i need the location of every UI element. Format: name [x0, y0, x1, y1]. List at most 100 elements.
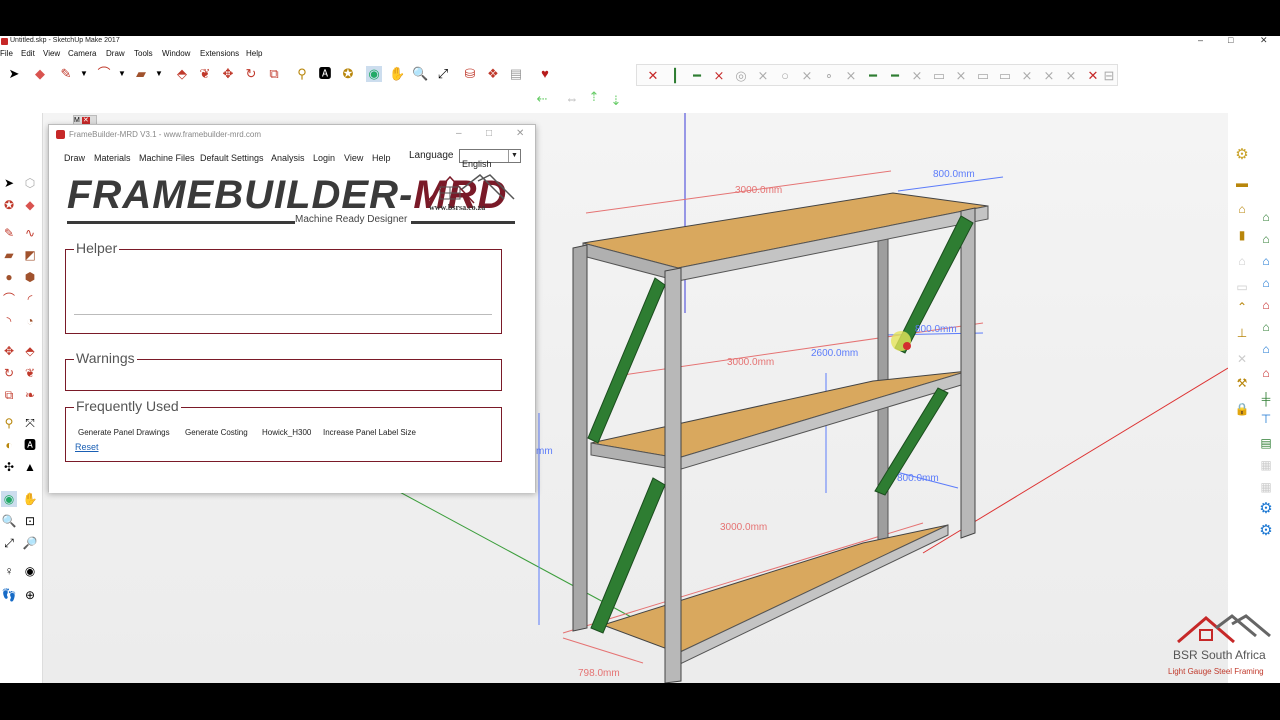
house-red-icon[interactable]: ⌂ [1258, 297, 1274, 313]
zoom-extents-icon[interactable]: ⤢ [435, 66, 451, 82]
menu-camera[interactable]: Camera [68, 49, 96, 58]
position-camera-icon[interactable]: ♀ [1, 563, 17, 579]
pie-icon[interactable]: ◔ [22, 313, 38, 329]
orbit-icon[interactable]: ◉ [1, 491, 17, 507]
zoom-extents-icon[interactable]: ⤢ [1, 535, 17, 551]
rectangle-icon[interactable]: ▰ [133, 66, 149, 82]
eraser-icon[interactable]: ◆ [22, 197, 38, 213]
rotate-icon[interactable]: ↻ [1, 365, 17, 381]
minimize-button[interactable]: – [456, 128, 462, 139]
select-icon[interactable]: ➤ [6, 66, 22, 82]
beam-icon[interactable]: ⊤ [1258, 411, 1274, 427]
dimension-icon[interactable]: ⤧ [22, 415, 38, 431]
service-hole-icon[interactable]: ◎ [733, 68, 749, 84]
house-blue-icon[interactable]: ⌂ [1258, 253, 1274, 269]
house-green-icon[interactable]: ⌂ [1258, 319, 1274, 335]
pan-icon[interactable]: ✋ [389, 66, 405, 82]
three-point-arc-icon[interactable]: ◝ [1, 313, 17, 329]
panel-rotate-icon[interactable]: ⨯ [1041, 68, 1057, 84]
settings-gear-icon[interactable]: ⚙ [1258, 523, 1274, 539]
panel-flip-icon[interactable]: ⨯ [1063, 68, 1079, 84]
rectangle-icon[interactable]: ▰ [1, 247, 17, 263]
increase-panel-label-size-button[interactable]: Increase Panel Label Size [323, 428, 416, 437]
dialog-menu-draw[interactable]: Draw [64, 153, 85, 163]
move-icon[interactable]: ✥ [1, 343, 17, 359]
menu-window[interactable]: Window [162, 49, 190, 58]
chevron-down-icon[interactable]: ▼ [76, 66, 92, 82]
panel-list-icon[interactable]: ⊟ [1101, 68, 1117, 84]
previous-view-icon[interactable]: 🔎 [22, 535, 38, 551]
move-icon[interactable]: ✥ [220, 66, 236, 82]
scale-icon[interactable]: ⧉ [1, 387, 17, 403]
protractor-icon[interactable]: ◐ [1, 437, 17, 453]
chevron-down-icon[interactable]: ▼ [114, 66, 130, 82]
freehand-icon[interactable]: ∿ [22, 225, 38, 241]
panel-copy-icon[interactable]: ▭ [997, 68, 1013, 84]
pencil-icon[interactable]: ✎ [58, 66, 74, 82]
chevron-down-icon[interactable]: ▼ [151, 66, 167, 82]
arrow-left-icon[interactable]: ⇠ [534, 91, 550, 107]
close-button[interactable]: ✕ [516, 128, 524, 139]
offset-icon[interactable]: ❧ [22, 387, 38, 403]
truss-icon[interactable]: ⌂ [1234, 253, 1250, 269]
maximize-button[interactable]: □ [486, 128, 492, 139]
select-icon[interactable]: ➤ [1, 175, 17, 191]
dialog-menu-view[interactable]: View [344, 153, 363, 163]
dialog-menu-default-settings[interactable]: Default Settings [200, 153, 264, 163]
opening-icon[interactable]: ⨯ [909, 68, 925, 84]
house-green-icon[interactable]: ⌂ [1258, 209, 1274, 225]
settings-gear-icon[interactable]: ⚙ [1234, 147, 1250, 163]
menu-draw[interactable]: Draw [106, 49, 125, 58]
stud-icon[interactable]: ┃ [667, 68, 683, 84]
warehouse-icon[interactable]: ⛁ [462, 66, 478, 82]
3d-text-icon[interactable]: ▲ [22, 459, 38, 475]
zoom-window-icon[interactable]: ⊡ [22, 513, 38, 529]
push-pull-icon[interactable]: ⬘ [174, 66, 190, 82]
follow-me-icon[interactable]: ❦ [197, 66, 213, 82]
nog-icon[interactable]: ━ [689, 68, 705, 84]
generate-costing-button[interactable]: Generate Costing [185, 428, 248, 437]
language-select[interactable]: English ▼ [459, 149, 521, 169]
house-blue-icon[interactable]: ⌂ [1258, 275, 1274, 291]
menu-help[interactable]: Help [246, 49, 262, 58]
delete-frame-icon[interactable]: ✕ [645, 68, 661, 84]
two-point-arc-icon[interactable]: ◜ [22, 291, 38, 307]
paint-icon[interactable]: ✪ [1, 197, 17, 213]
panel-mirror-icon[interactable]: ⨯ [1019, 68, 1035, 84]
settings-gear-icon[interactable]: ⚙ [1258, 501, 1274, 517]
look-around-icon[interactable]: ◉ [22, 563, 38, 579]
dot-icon[interactable]: ∘ [821, 68, 837, 84]
push-pull-icon[interactable]: ⬘ [22, 343, 38, 359]
circle-icon[interactable]: ● [1, 269, 17, 285]
arrow-up-icon[interactable]: ⇡ [586, 89, 602, 105]
cross-brace-icon[interactable]: ⨯ [799, 68, 815, 84]
lintel-icon[interactable]: ━ [865, 68, 881, 84]
rotate-icon[interactable]: ↻ [243, 66, 259, 82]
reset-link[interactable]: Reset [75, 442, 99, 452]
lock-icon[interactable]: 🔒 [1234, 401, 1250, 417]
wall-icon[interactable]: ▮ [1234, 227, 1250, 243]
tools-icon[interactable]: ⚒ [1234, 375, 1250, 391]
house-blue-icon[interactable]: ⌂ [1258, 341, 1274, 357]
arrow-down-icon[interactable]: ⇣ [608, 93, 624, 109]
rotated-rectangle-icon[interactable]: ◩ [22, 247, 38, 263]
house-icon[interactable]: ⌂ [1234, 201, 1250, 217]
panel-split-icon[interactable]: ⨯ [953, 68, 969, 84]
follow-me-icon[interactable]: ❦ [22, 365, 38, 381]
dialog-menu-analysis[interactable]: Analysis [271, 153, 305, 163]
howick-h300-button[interactable]: Howick_H300 [262, 428, 311, 437]
menu-edit[interactable]: Edit [21, 49, 35, 58]
dialog-menu-help[interactable]: Help [372, 153, 391, 163]
arc-icon[interactable]: ⌒ [1, 291, 17, 307]
clear-icon[interactable]: ✕ [1085, 68, 1101, 84]
floor-icon[interactable]: ▤ [1258, 435, 1274, 451]
purlin-icon[interactable]: ✕ [1234, 351, 1250, 367]
menu-tools[interactable]: Tools [134, 49, 153, 58]
grid-icon[interactable]: ▦ [1258, 479, 1274, 495]
menu-extensions[interactable]: Extensions [200, 49, 239, 58]
eraser-icon[interactable]: ◆ [32, 66, 48, 82]
gable-icon[interactable]: ⌃ [1234, 299, 1250, 315]
scale-icon[interactable]: ⧉ [266, 66, 282, 82]
pan-icon[interactable]: ✋ [22, 491, 38, 507]
close-icon[interactable]: ✕ [81, 117, 90, 124]
